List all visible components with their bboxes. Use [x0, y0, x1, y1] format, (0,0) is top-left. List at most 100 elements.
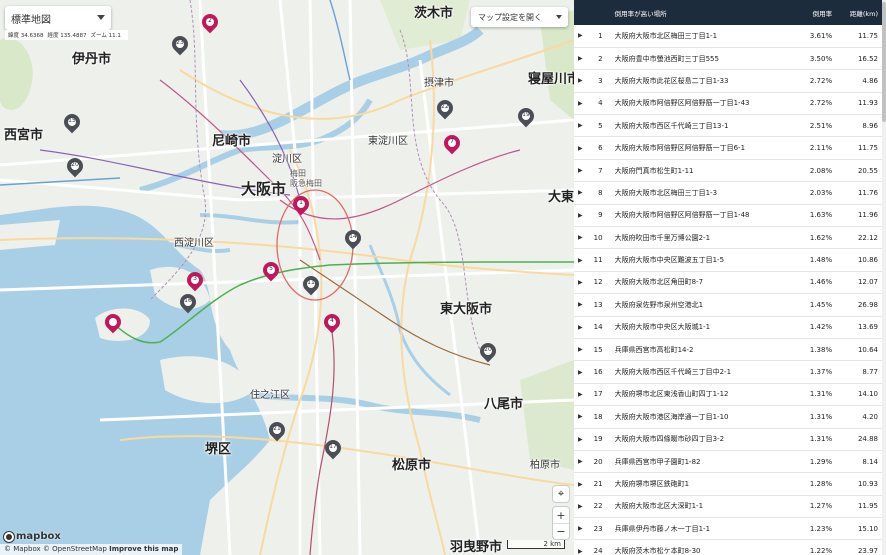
expand-caret-icon[interactable]: ▶ — [574, 249, 587, 271]
table-row[interactable]: ▶ 1 大阪府大阪市北区梅田三丁目1-1 3.61% 11.75 — [574, 25, 882, 48]
row-rate: 1.28% — [809, 480, 833, 488]
plus-icon: + — [556, 508, 566, 522]
expand-caret-icon[interactable]: ▶ — [574, 428, 587, 450]
expand-caret-icon[interactable]: ▶ — [574, 361, 587, 383]
expand-caret-icon[interactable]: ▶ — [574, 137, 587, 159]
table-row[interactable]: ▶ 5 大阪府大阪市西区千代崎三丁目13-1 2.51% 8.96 — [574, 115, 882, 137]
expand-caret-icon[interactable]: ▶ — [574, 406, 587, 428]
expand-caret-icon[interactable]: ▶ — [574, 271, 587, 293]
row-index: 24 — [593, 547, 603, 555]
table-row[interactable]: ▶ 19 大阪府大阪市四條畷市砂四丁目3-2 1.31% 24.88 — [574, 428, 882, 451]
mapbox-logo[interactable]: mapbox — [4, 531, 61, 542]
table-row[interactable]: ▶ 10 大阪府吹田市千里万博公園2-1 1.62% 22.12 — [574, 227, 882, 249]
lat-readout: 緯度 34.6368 — [8, 33, 44, 39]
zoom-in-button[interactable]: + — [553, 507, 569, 523]
map-pin[interactable]: 15 — [60, 110, 84, 138]
map-pin[interactable]: 3 — [183, 268, 207, 296]
row-rate: 2.51% — [809, 121, 833, 130]
map-pin[interactable]: 19 — [514, 104, 538, 132]
expand-caret-icon[interactable]: ▶ — [574, 182, 587, 204]
map-pin[interactable]: 16 — [176, 290, 200, 318]
map-pin[interactable]: 4 — [320, 310, 344, 338]
expand-caret-icon[interactable]: ▶ — [574, 518, 587, 540]
table-row[interactable]: ▶ 12 大阪府大阪市北区角田町8-7 1.46% 12.07 — [574, 271, 882, 294]
map-pin[interactable]: 5 — [259, 258, 283, 286]
zoom-out-button[interactable]: − — [553, 523, 569, 539]
table-scrollbar[interactable] — [882, 0, 886, 555]
table-row[interactable]: ▶ 15 兵庫県西宮市高松町14-2 1.38% 10.64 — [574, 338, 882, 361]
table-row[interactable]: ▶ 22 大阪府大阪市北区大深町1-1 1.27% 11.95 — [574, 495, 882, 518]
expand-caret-icon[interactable]: ▶ — [574, 294, 587, 316]
row-index: 21 — [593, 480, 603, 488]
table-row[interactable]: ▶ 13 大阪府泉佐野市泉州空港北1 1.45% 26.98 — [574, 294, 882, 317]
expand-caret-icon[interactable]: ▶ — [574, 338, 587, 360]
expand-caret-icon[interactable]: ▶ — [574, 92, 587, 114]
table-row[interactable]: ▶ 24 大阪府茨木市松ケ本町8-30 1.22% 23.97 — [574, 540, 882, 555]
table-row[interactable]: ▶ 21 大阪府堺市堺区鉄砲町1 1.28% 10.93 — [574, 473, 882, 496]
map-pin[interactable]: 11 — [299, 272, 323, 300]
table-row[interactable]: ▶ 9 大阪府大阪市阿倍野区阿倍野筋一丁目1-48 1.63% 11.96 — [574, 204, 882, 227]
map-pin[interactable]: 14 — [341, 226, 365, 254]
row-index: 2 — [598, 54, 603, 63]
chevron-down-icon — [97, 15, 105, 20]
table-row[interactable]: ▶ 3 大阪府大阪市此花区桜島二丁目1-33 2.72% 4.86 — [574, 70, 882, 93]
row-distance: 8.77 — [862, 368, 878, 377]
table-row[interactable]: ▶ 23 兵庫県伊丹市藤ノ木一丁目1-1 1.23% 15.10 — [574, 518, 882, 540]
expand-caret-icon[interactable]: ▶ — [574, 25, 587, 47]
row-rate: 1.45% — [809, 300, 833, 309]
scrollbar-thumb[interactable] — [882, 2, 886, 122]
scale-label: 2 km — [543, 540, 561, 548]
expand-caret-icon[interactable]: ▶ — [574, 159, 587, 181]
table-row[interactable]: ▶ 4 大阪府大阪市阿倍野区阿倍野筋一丁目1-43 2.72% 11.93 — [574, 92, 882, 115]
map-pin[interactable]: 20 — [476, 339, 500, 367]
table-row[interactable]: ▶ 2 大阪府豊中市螢池西町三丁目555 3.50% 16.52 — [574, 47, 882, 70]
table-row[interactable]: ▶ 8 大阪府大阪市北区梅田三丁目1-3 2.03% 11.76 — [574, 182, 882, 205]
table-row[interactable]: ▶ 20 兵庫県西宮市甲子園町1-82 1.29% 8.14 — [574, 450, 882, 473]
header-rate[interactable]: 倒用率 — [792, 0, 836, 25]
map-settings-button[interactable]: マップ設定を開く — [471, 7, 568, 27]
table-row[interactable]: ▶ 17 大阪府堺市北区東浅香山町四丁1-12 1.31% 14.10 — [574, 383, 882, 406]
map-pin[interactable]: 22 — [433, 96, 457, 124]
header-place[interactable]: 倒用率が高い場所 — [611, 0, 793, 25]
map-pin[interactable]: 7 — [440, 131, 464, 159]
map-style-select[interactable]: 標準地図 — [5, 6, 111, 30]
geolocate-button[interactable]: ⌖ — [553, 486, 569, 502]
attribution-mapbox-link[interactable]: © Mapbox — [4, 545, 41, 553]
expand-caret-icon[interactable]: ▶ — [574, 227, 587, 249]
map-pin[interactable]: 2 — [198, 10, 222, 38]
table-row[interactable]: ▶ 7 大阪府門真市松生町1-11 2.08% 20.55 — [574, 159, 882, 182]
expand-caret-icon[interactable]: ▶ — [574, 204, 587, 226]
row-rate: 1.27% — [809, 502, 833, 511]
expand-caret-icon[interactable]: ▶ — [574, 115, 587, 137]
ranking-table: 倒用率が高い場所 倒用率 距離(km) ▶ 1 大阪府大阪市北区梅田三丁目1-1 3.… — [574, 0, 882, 555]
expand-caret-icon[interactable]: ▶ — [574, 316, 587, 338]
attribution-osm-link[interactable]: © OpenStreetMap — [43, 545, 107, 553]
map-pin[interactable]: 23 — [168, 32, 192, 60]
expand-caret-icon[interactable]: ▶ — [574, 495, 587, 517]
map-pin[interactable]: 20 — [63, 154, 87, 182]
table-row[interactable]: ▶ 16 大阪府大阪市西区千代崎三丁目中2-1 1.37% 8.77 — [574, 361, 882, 384]
table-row[interactable]: ▶ 14 大阪府大阪市中央区大阪城1-1 1.42% 13.69 — [574, 316, 882, 339]
map-view[interactable]: 伊丹市 茨木市 摂津市 寝屋川市 西宮市 尼崎市 淀川区 東淀川区 大阪市 梅田… — [0, 0, 574, 555]
row-place: 大阪府茨木市松ケ本町8-30 — [614, 547, 701, 555]
table-row[interactable]: ▶ 18 大阪府大阪市港区海岸通一丁目1-10 1.31% 4.20 — [574, 406, 882, 429]
map-pin[interactable]: 17 — [321, 436, 345, 464]
map-pin[interactable] — [101, 310, 125, 338]
row-rate: 2.11% — [809, 144, 833, 153]
expand-caret-icon[interactable]: ▶ — [574, 47, 587, 69]
map-pin[interactable]: 1 — [289, 192, 313, 220]
expand-caret-icon[interactable]: ▶ — [574, 383, 587, 405]
map-pin[interactable]: 21 — [265, 418, 289, 446]
row-rate: 1.48% — [809, 256, 833, 265]
expand-caret-icon[interactable]: ▶ — [574, 540, 587, 555]
header-distance[interactable]: 距離(km) — [836, 0, 882, 25]
expand-caret-icon[interactable]: ▶ — [574, 450, 587, 472]
row-place: 大阪府大阪市中央区大阪城1-1 — [614, 323, 711, 332]
row-index: 20 — [593, 457, 603, 466]
table-row[interactable]: ▶ 6 大阪府大阪市阿倍野区阿倍野筋一丁目6-1 2.11% 11.75 — [574, 137, 882, 160]
expand-caret-icon[interactable]: ▶ — [574, 473, 587, 495]
expand-caret-icon[interactable]: ▶ — [574, 70, 587, 92]
table-row[interactable]: ▶ 11 大阪府大阪市中央区難波五丁目1-5 1.48% 10.86 — [574, 249, 882, 272]
improve-map-link[interactable]: Improve this map — [109, 545, 178, 553]
row-distance: 10.64 — [857, 345, 878, 354]
